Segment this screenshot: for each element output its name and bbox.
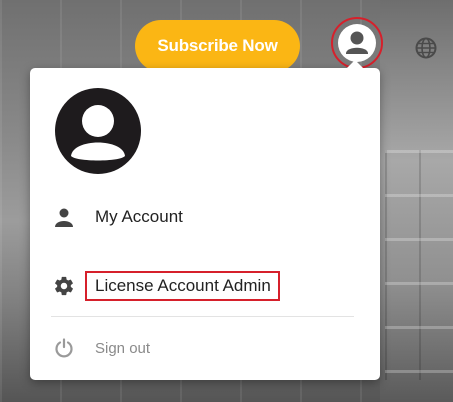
sign-out-item[interactable]: Sign out xyxy=(50,336,150,360)
power-icon xyxy=(50,336,78,360)
my-account-label: My Account xyxy=(95,207,183,226)
subscribe-button-label: Subscribe Now xyxy=(157,36,278,55)
profile-avatar xyxy=(55,88,141,174)
subscribe-button[interactable]: Subscribe Now xyxy=(135,20,300,72)
gear-icon xyxy=(50,274,78,298)
menu-divider xyxy=(51,316,354,317)
user-icon xyxy=(338,24,376,62)
account-dropdown-menu: My Account License Account Admin Sign ou… xyxy=(30,60,380,380)
person-icon xyxy=(50,205,78,229)
user-icon xyxy=(71,105,125,161)
my-account-item[interactable]: My Account xyxy=(50,205,183,229)
sign-out-label: Sign out xyxy=(95,339,151,357)
license-account-admin-label: License Account Admin xyxy=(85,271,280,301)
license-account-admin-item[interactable]: License Account Admin xyxy=(50,271,280,301)
globe-icon[interactable] xyxy=(414,36,438,60)
